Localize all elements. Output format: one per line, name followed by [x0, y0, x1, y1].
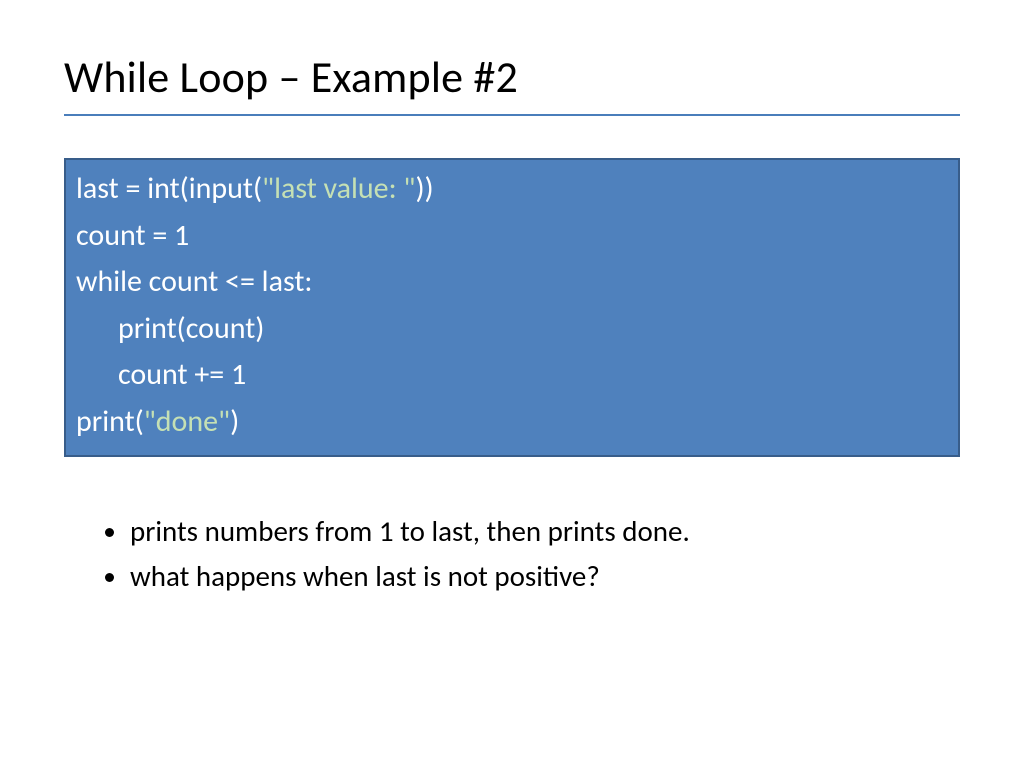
code-text: count = 1 — [76, 217, 189, 254]
bullet-item: what happens when last is not positive? — [130, 556, 960, 597]
code-line-2: count = 1 — [76, 213, 948, 260]
code-line-1: last = int(input("last value: ")) — [76, 166, 948, 213]
code-text: print(count) — [118, 310, 264, 347]
code-text: print( — [76, 403, 144, 440]
string-literal: "last value: " — [262, 170, 415, 207]
title-rule — [64, 114, 960, 116]
bullet-list: prints numbers from 1 to last, then prin… — [64, 511, 960, 596]
bullet-item: prints numbers from 1 to last, then prin… — [130, 511, 960, 552]
code-text: count += 1 — [118, 356, 246, 393]
code-line-3: while count <= last: — [76, 259, 948, 306]
code-block: last = int(input("last value: ")) count … — [64, 158, 960, 457]
code-line-5: count += 1 — [76, 352, 948, 399]
code-text: ) — [230, 403, 239, 440]
code-text: )) — [415, 170, 433, 207]
code-line-4: print(count) — [76, 306, 948, 353]
code-text: while count <= last: — [76, 263, 312, 300]
slide-title: While Loop – Example #2 — [64, 50, 960, 104]
code-text: last = int(input( — [76, 170, 262, 207]
string-literal: "done" — [144, 403, 230, 440]
slide: While Loop – Example #2 last = int(input… — [0, 0, 1024, 768]
code-line-6: print("done") — [76, 399, 948, 446]
